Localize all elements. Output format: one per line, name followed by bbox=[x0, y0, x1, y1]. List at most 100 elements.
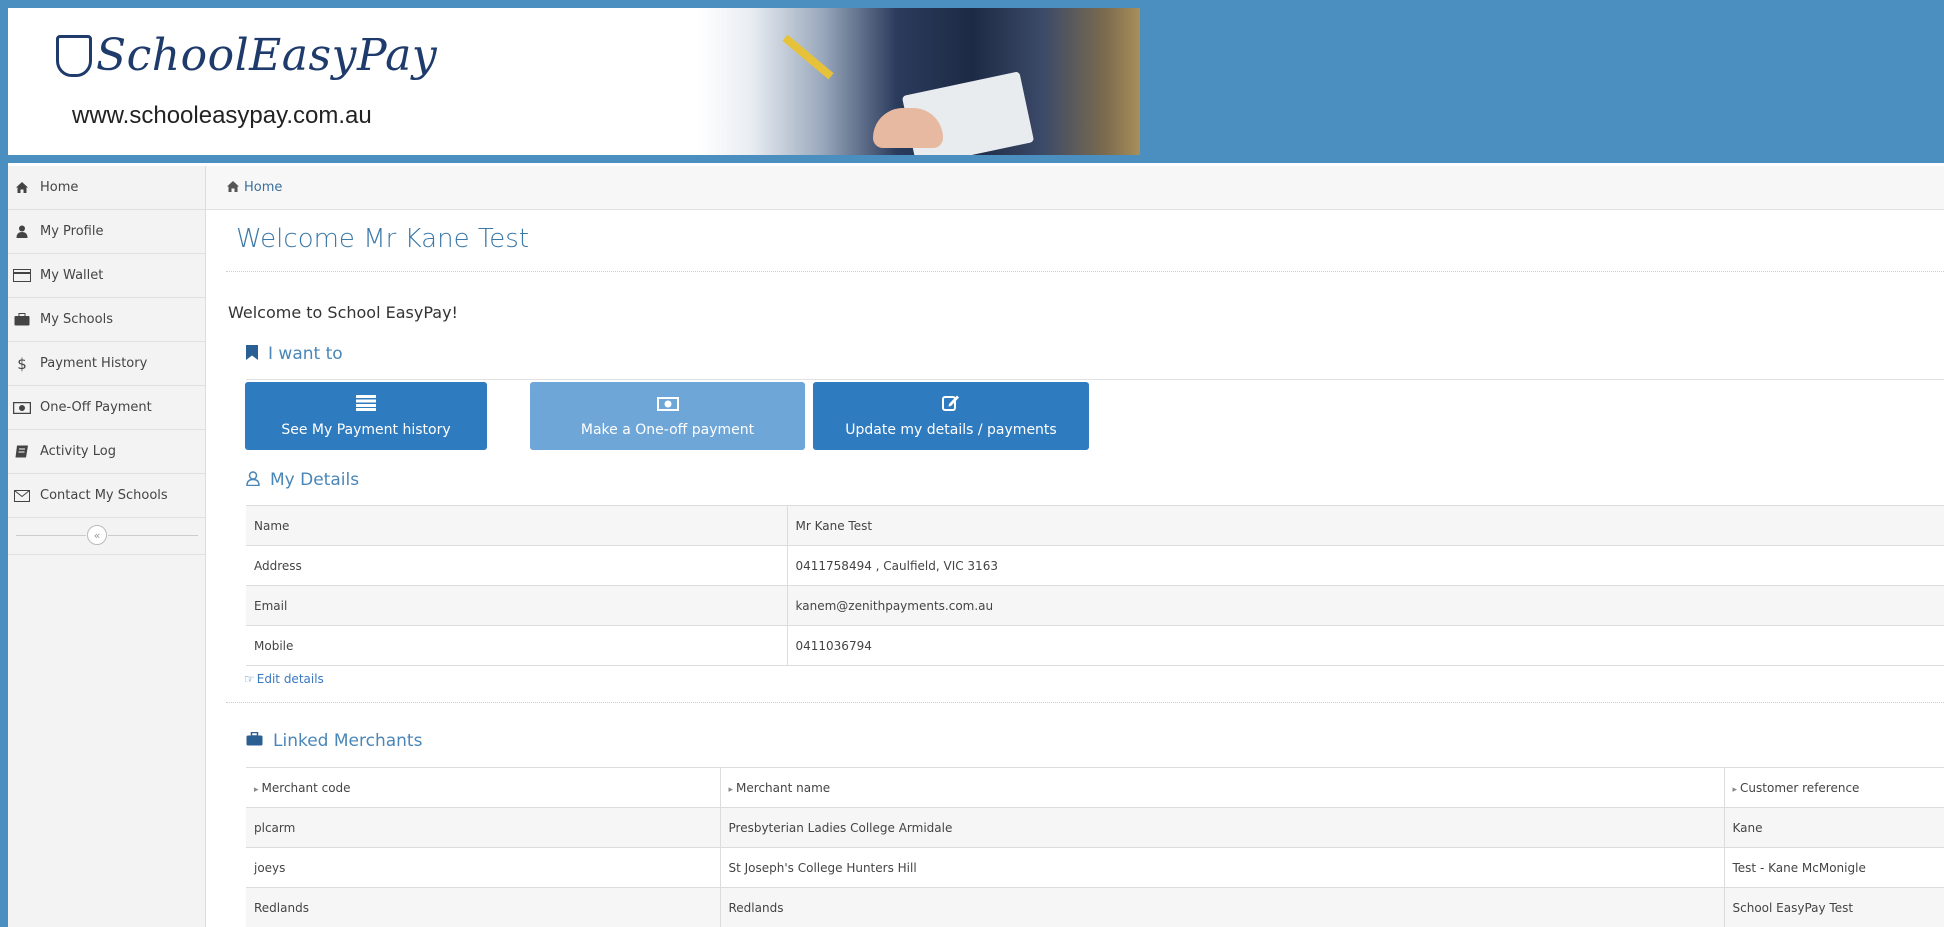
table-row: Mobile 0411036794 bbox=[246, 625, 1944, 666]
update-details-button[interactable]: Update my details / payments bbox=[813, 382, 1089, 450]
linked-merchants-heading: Linked Merchants bbox=[246, 731, 422, 751]
edit-details-link[interactable]: ☞ Edit details bbox=[244, 672, 324, 686]
sidebar-item-my-profile[interactable]: My Profile bbox=[8, 210, 205, 254]
customer-reference-cell: School EasyPay Test bbox=[1724, 887, 1944, 927]
sidebar-item-label: One-Off Payment bbox=[40, 400, 152, 415]
make-one-off-payment-button[interactable]: Make a One-off payment bbox=[530, 382, 805, 450]
sidebar-item-label: Payment History bbox=[40, 356, 148, 371]
sidebar-item-label: Activity Log bbox=[40, 444, 116, 459]
sidebar-item-one-off-payment[interactable]: One-Off Payment bbox=[8, 386, 205, 430]
brand-logo[interactable]: SchoolEasyPay bbox=[56, 30, 437, 81]
merchant-code-cell: joeys bbox=[246, 847, 721, 888]
my-details-table: Name Mr Kane Test Address 0411758494 , C… bbox=[246, 505, 1944, 666]
sidebar-collapse-row: « bbox=[8, 518, 205, 555]
table-header-row: ▸ Merchant code ▸ Merchant name ▸ Customer … bbox=[246, 767, 1944, 808]
money-icon bbox=[656, 395, 679, 416]
photo-pencil bbox=[782, 34, 834, 80]
column-header-merchant-code[interactable]: ▸ Merchant code bbox=[246, 767, 721, 808]
button-label: Update my details / payments bbox=[845, 422, 1057, 438]
double-chevron-left-icon: « bbox=[93, 528, 101, 542]
caret-right-icon: ▸ bbox=[1732, 784, 1738, 795]
divider bbox=[108, 535, 198, 536]
breadcrumb: Home bbox=[206, 166, 1944, 210]
sidebar-item-home[interactable]: Home bbox=[8, 166, 205, 210]
merchant-name-cell: St Joseph's College Hunters Hill bbox=[720, 847, 1725, 888]
caret-right-icon: ▸ bbox=[728, 784, 734, 795]
detail-label: Email bbox=[246, 585, 788, 626]
table-row: Address 0411758494 , Caulfield, VIC 3163 bbox=[246, 545, 1944, 586]
caret-right-icon: ▸ bbox=[254, 784, 259, 795]
detail-value: 0411036794 bbox=[787, 625, 1944, 666]
column-header-merchant-name[interactable]: ▸ Merchant name bbox=[720, 767, 1725, 808]
table-row: joeys St Joseph's College Hunters Hill T… bbox=[246, 847, 1944, 888]
sidebar-item-label: My Profile bbox=[40, 224, 104, 239]
section-title: I want to bbox=[268, 344, 343, 364]
merchant-name-cell: Presbyterian Ladies College Armidale bbox=[720, 807, 1725, 848]
linked-merchants-table: ▸ Merchant code ▸ Merchant name ▸ Customer … bbox=[246, 767, 1944, 927]
breadcrumb-home-link[interactable]: Home bbox=[244, 180, 282, 195]
page-title: Welcome Mr Kane Test bbox=[236, 224, 530, 254]
sidebar-item-payment-history[interactable]: $ Payment History bbox=[8, 342, 205, 386]
detail-value: 0411758494 , Caulfield, VIC 3163 bbox=[787, 545, 1944, 586]
briefcase-icon bbox=[246, 731, 263, 750]
column-label: Merchant name bbox=[736, 780, 831, 795]
detail-label: Mobile bbox=[246, 625, 788, 666]
customer-reference-cell: Kane bbox=[1724, 807, 1944, 848]
sidebar-item-contact-my-schools[interactable]: Contact My Schools bbox=[8, 474, 205, 518]
sidebar-item-my-schools[interactable]: My Schools bbox=[8, 298, 205, 342]
wallet-icon bbox=[12, 268, 32, 284]
divider bbox=[226, 271, 1944, 272]
brand-url: www.schooleasypay.com.au bbox=[72, 102, 372, 129]
merchant-code-cell: Redlands bbox=[246, 887, 721, 927]
sidebar-item-label: My Schools bbox=[40, 312, 113, 327]
welcome-message: Welcome to School EasyPay! bbox=[228, 303, 458, 322]
brand-name: SchoolEasyPay bbox=[96, 30, 438, 81]
table-row: Redlands Redlands School EasyPay Test bbox=[246, 887, 1944, 927]
shield-icon bbox=[56, 34, 92, 77]
header-banner: SchoolEasyPay www.schooleasypay.com.au bbox=[8, 8, 1140, 155]
user-icon bbox=[12, 224, 32, 240]
left-edge-bar bbox=[0, 163, 8, 927]
button-label: Make a One-off payment bbox=[580, 421, 755, 438]
table-row: plcarm Presbyterian Ladies College Armid… bbox=[246, 807, 1944, 848]
home-icon bbox=[12, 180, 32, 196]
sidebar-item-my-wallet[interactable]: My Wallet bbox=[8, 254, 205, 298]
dollar-icon: $ bbox=[17, 354, 27, 373]
briefcase-icon bbox=[12, 312, 32, 328]
user-outline-icon bbox=[246, 470, 260, 490]
sidebar-item-label: Contact My Schools bbox=[40, 488, 168, 503]
detail-value: Mr Kane Test bbox=[787, 505, 1944, 546]
bookmark-icon bbox=[246, 344, 258, 364]
table-row: Name Mr Kane Test bbox=[246, 505, 1944, 546]
money-icon bbox=[12, 400, 32, 416]
envelope-icon bbox=[12, 488, 32, 504]
sidebar-item-activity-log[interactable]: Activity Log bbox=[8, 430, 205, 474]
detail-value: kanem@zenithpayments.com.au bbox=[787, 585, 1944, 626]
column-header-customer-reference[interactable]: ▸ Customer reference bbox=[1724, 767, 1944, 808]
divider bbox=[246, 379, 1944, 380]
book-icon bbox=[12, 444, 32, 460]
detail-label: Name bbox=[246, 505, 788, 546]
edit-details-label: Edit details bbox=[256, 672, 324, 686]
header-photo bbox=[698, 8, 1140, 155]
sidebar-item-label: My Wallet bbox=[40, 268, 104, 283]
button-label: See My Payment history bbox=[281, 421, 451, 438]
sidebar: Home My Profile My Wallet My Schools $ P… bbox=[8, 166, 206, 927]
section-title: My Details bbox=[270, 470, 360, 490]
home-icon bbox=[226, 179, 240, 197]
divider bbox=[16, 535, 86, 536]
column-label: Merchant code bbox=[261, 780, 351, 795]
see-payment-history-button[interactable]: See My Payment history bbox=[245, 382, 487, 450]
i-want-to-heading: I want to bbox=[246, 344, 343, 364]
hand-point-icon: ☞ bbox=[244, 672, 255, 686]
section-title: Linked Merchants bbox=[273, 731, 423, 751]
divider bbox=[226, 702, 1944, 703]
sidebar-item-label: Home bbox=[40, 180, 79, 195]
merchant-name-cell: Redlands bbox=[720, 887, 1725, 927]
site-header: SchoolEasyPay www.schooleasypay.com.au bbox=[0, 0, 1944, 163]
table-row: Email kanem@zenithpayments.com.au bbox=[246, 585, 1944, 626]
collapse-sidebar-button[interactable]: « bbox=[87, 525, 107, 545]
customer-reference-cell: Test - Kane McMonigle bbox=[1724, 847, 1944, 888]
edit-icon bbox=[942, 394, 960, 416]
column-label: Customer reference bbox=[1740, 780, 1860, 795]
